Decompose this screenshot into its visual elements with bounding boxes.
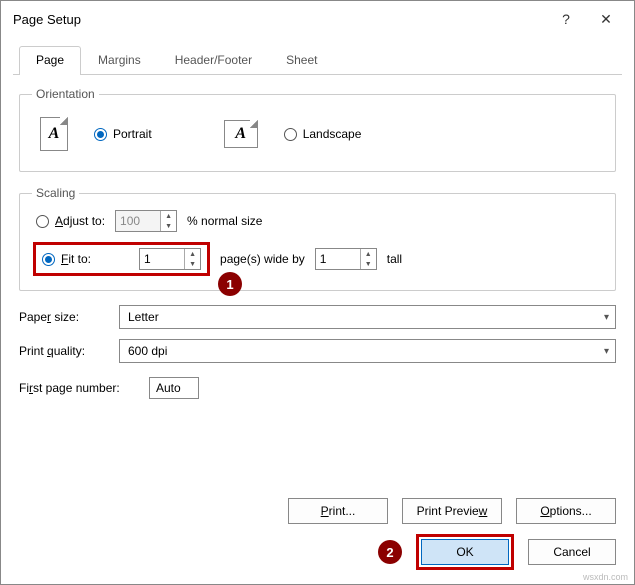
orientation-group: Orientation A Portrait A Landscape bbox=[19, 87, 616, 172]
radio-indicator-icon bbox=[284, 128, 297, 141]
paper-size-row: Paper size: Letter ▾ bbox=[19, 305, 616, 329]
adjust-to-value[interactable] bbox=[116, 211, 160, 231]
footer-buttons: Print... Print Preview Options... bbox=[288, 498, 616, 524]
tab-headerfooter[interactable]: Header/Footer bbox=[158, 46, 269, 75]
print-quality-value: 600 dpi bbox=[128, 344, 167, 358]
print-quality-label: Print quality: bbox=[19, 344, 109, 358]
fit-to-highlight: Fit to: ▲▼ bbox=[33, 242, 210, 276]
fit-tall-spinner[interactable]: ▲▼ bbox=[315, 248, 377, 270]
tab-margins[interactable]: Margins bbox=[81, 46, 158, 75]
paper-size-label: Paper size: bbox=[19, 310, 109, 324]
radio-indicator-checked-icon bbox=[42, 253, 55, 266]
titlebar: Page Setup ? ✕ bbox=[1, 1, 634, 37]
fit-to-label: Fit to: bbox=[61, 252, 91, 266]
scaling-legend: Scaling bbox=[32, 186, 79, 200]
tab-sheet[interactable]: Sheet bbox=[269, 46, 334, 75]
landscape-label: Landscape bbox=[303, 127, 362, 141]
chevron-down-icon: ▾ bbox=[604, 346, 609, 357]
scaling-group: Scaling Adjust to: ▲▼ % normal size Fit … bbox=[19, 186, 616, 291]
paper-size-value: Letter bbox=[128, 310, 159, 324]
print-button[interactable]: Print... bbox=[288, 498, 388, 524]
print-quality-row: Print quality: 600 dpi ▾ bbox=[19, 339, 616, 363]
radio-indicator-checked-icon bbox=[94, 128, 107, 141]
dialog-buttons: 2 OK Cancel bbox=[378, 534, 616, 570]
chevron-down-icon: ▾ bbox=[604, 312, 609, 323]
spinner-buttons[interactable]: ▲▼ bbox=[360, 249, 376, 269]
fit-wide-value[interactable] bbox=[140, 249, 184, 269]
radio-indicator-icon bbox=[36, 215, 49, 228]
fit-tall-value[interactable] bbox=[316, 249, 360, 269]
print-preview-button[interactable]: Print Preview bbox=[402, 498, 502, 524]
ok-button[interactable]: OK bbox=[421, 539, 509, 565]
help-button[interactable]: ? bbox=[546, 5, 586, 33]
fit-tall-suffix: tall bbox=[387, 252, 402, 266]
portrait-radio[interactable]: Portrait bbox=[94, 127, 152, 141]
dialog-title: Page Setup bbox=[13, 12, 546, 27]
cancel-button[interactable]: Cancel bbox=[528, 539, 616, 565]
adjust-to-radio[interactable]: Adjust to: bbox=[36, 214, 105, 228]
tab-panel-page: Orientation A Portrait A Landscape Scali… bbox=[1, 75, 634, 421]
portrait-page-icon: A bbox=[40, 117, 68, 151]
tab-strip: Page Margins Header/Footer Sheet bbox=[13, 45, 622, 75]
adjust-to-suffix: % normal size bbox=[187, 214, 262, 228]
spinner-buttons[interactable]: ▲▼ bbox=[160, 211, 176, 231]
adjust-to-spinner[interactable]: ▲▼ bbox=[115, 210, 177, 232]
first-page-label: First page number: bbox=[19, 381, 139, 395]
tab-page[interactable]: Page bbox=[19, 46, 81, 75]
adjust-to-label: Adjust to: bbox=[55, 214, 105, 228]
fit-mid-label: page(s) wide by bbox=[220, 252, 305, 266]
landscape-radio[interactable]: Landscape bbox=[284, 127, 362, 141]
orientation-legend: Orientation bbox=[32, 87, 99, 101]
fit-to-radio[interactable]: Fit to: bbox=[42, 252, 91, 266]
first-page-input[interactable] bbox=[149, 377, 199, 399]
ok-highlight: OK bbox=[416, 534, 514, 570]
first-page-row: First page number: bbox=[19, 377, 616, 399]
portrait-label: Portrait bbox=[113, 127, 152, 141]
landscape-page-icon: A bbox=[224, 120, 258, 148]
callout-1: 1 bbox=[218, 272, 242, 296]
paper-size-select[interactable]: Letter ▾ bbox=[119, 305, 616, 329]
options-button[interactable]: Options... bbox=[516, 498, 616, 524]
spinner-buttons[interactable]: ▲▼ bbox=[184, 249, 200, 269]
fit-wide-spinner[interactable]: ▲▼ bbox=[139, 248, 201, 270]
print-quality-select[interactable]: 600 dpi ▾ bbox=[119, 339, 616, 363]
callout-2: 2 bbox=[378, 540, 402, 564]
close-button[interactable]: ✕ bbox=[586, 5, 626, 33]
watermark: wsxdn.com bbox=[583, 572, 628, 582]
